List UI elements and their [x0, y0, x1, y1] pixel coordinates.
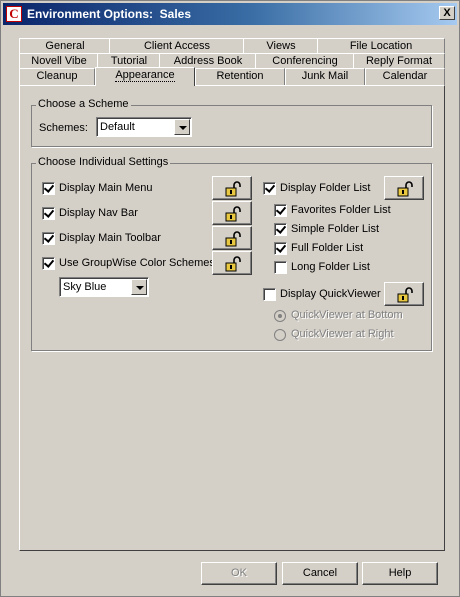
simple-folder-list-label: Simple Folder List: [291, 223, 380, 235]
scheme-group-title: Choose a Scheme: [36, 98, 131, 110]
groupwise-app-icon: C: [6, 6, 22, 22]
display-main-toolbar-label: Display Main Toolbar: [59, 232, 161, 244]
lock-color-schemes-button[interactable]: [212, 251, 252, 275]
use-groupwise-color-schemes-checkbox[interactable]: [42, 257, 55, 270]
padlock-icon: [397, 287, 413, 303]
tab-retention[interactable]: Retention: [195, 68, 285, 85]
help-button[interactable]: Help: [362, 562, 438, 585]
tab-conferencing[interactable]: Conferencing: [255, 53, 355, 68]
tab-reply-format[interactable]: Reply Format: [353, 53, 445, 68]
display-quickviewer-checkbox[interactable]: [263, 288, 276, 301]
tab-tutorial[interactable]: Tutorial: [97, 53, 161, 68]
lock-quickviewer-button[interactable]: [384, 282, 424, 306]
quickviewer-right-label: QuickViewer at Right: [291, 328, 394, 340]
schemes-value: Default: [100, 121, 135, 133]
window-title: Environment Options: Sales: [27, 7, 192, 21]
long-folder-list-label: Long Folder List: [291, 261, 370, 273]
padlock-icon: [225, 256, 241, 272]
tab-appearance[interactable]: Appearance: [95, 67, 195, 86]
tab-general[interactable]: General: [19, 38, 111, 53]
quickviewer-right-radio[interactable]: [274, 329, 286, 341]
chevron-down-icon[interactable]: [174, 119, 190, 135]
tab-novell-vibe[interactable]: Novell Vibe: [19, 53, 99, 68]
individual-settings-group: Choose Individual Settings Display Main …: [31, 156, 432, 351]
tab-file-location[interactable]: File Location: [317, 38, 445, 53]
simple-folder-list-checkbox[interactable]: [274, 223, 287, 236]
lock-main-toolbar-button[interactable]: [212, 226, 252, 250]
display-folder-list-label: Display Folder List: [280, 182, 371, 194]
display-nav-bar-label: Display Nav Bar: [59, 207, 138, 219]
display-quickviewer-label: Display QuickViewer: [280, 288, 381, 300]
quickviewer-bottom-radio[interactable]: [274, 310, 286, 322]
lock-folder-list-button[interactable]: [384, 176, 424, 200]
title-bar: C Environment Options: Sales X: [3, 3, 457, 25]
ok-button[interactable]: OK: [201, 562, 277, 585]
display-folder-list-checkbox[interactable]: [263, 182, 276, 195]
tab-junk-mail[interactable]: Junk Mail: [285, 68, 365, 85]
lock-main-menu-button[interactable]: [212, 176, 252, 200]
tab-cleanup[interactable]: Cleanup: [19, 68, 95, 85]
tab-client-access[interactable]: Client Access: [109, 38, 245, 53]
scheme-group: Choose a Scheme Schemes: Default: [31, 98, 432, 147]
color-scheme-value: Sky Blue: [63, 281, 107, 293]
schemes-dropdown[interactable]: Default: [96, 117, 192, 137]
long-folder-list-checkbox[interactable]: [274, 261, 287, 274]
full-folder-list-label: Full Folder List: [291, 242, 364, 254]
favorites-folder-list-label: Favorites Folder List: [291, 204, 391, 216]
full-folder-list-checkbox[interactable]: [274, 242, 287, 255]
tab-address-book[interactable]: Address Book: [159, 53, 257, 68]
use-groupwise-color-schemes-label: Use GroupWise Color Schemes: [59, 257, 215, 269]
display-main-menu-checkbox[interactable]: [42, 182, 55, 195]
tab-views[interactable]: Views: [243, 38, 319, 53]
padlock-icon: [225, 231, 241, 247]
environment-options-dialog: C Environment Options: Sales X General C…: [0, 0, 460, 597]
schemes-label: Schemes:: [39, 122, 88, 134]
cancel-button[interactable]: Cancel: [282, 562, 358, 585]
tab-calendar[interactable]: Calendar: [365, 68, 445, 85]
chevron-down-icon[interactable]: [131, 279, 147, 295]
color-scheme-dropdown[interactable]: Sky Blue: [59, 277, 149, 297]
quickviewer-bottom-label: QuickViewer at Bottom: [291, 309, 403, 321]
appearance-tab-panel: Choose a Scheme Schemes: Default Choose …: [19, 85, 445, 551]
individual-settings-group-title: Choose Individual Settings: [36, 156, 171, 168]
favorites-folder-list-checkbox[interactable]: [274, 204, 287, 217]
close-button[interactable]: X: [439, 6, 455, 20]
display-main-menu-label: Display Main Menu: [59, 182, 153, 194]
display-main-toolbar-checkbox[interactable]: [42, 232, 55, 245]
padlock-icon: [225, 181, 241, 197]
padlock-icon: [397, 181, 413, 197]
display-nav-bar-checkbox[interactable]: [42, 207, 55, 220]
padlock-icon: [225, 206, 241, 222]
lock-nav-bar-button[interactable]: [212, 201, 252, 225]
